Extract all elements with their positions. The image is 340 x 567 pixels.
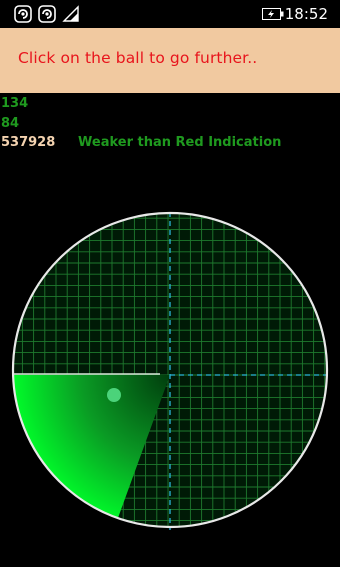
instruction-text: Click on the ball to go further.. bbox=[18, 49, 258, 67]
target-ball[interactable] bbox=[107, 388, 121, 402]
radar-display bbox=[11, 211, 330, 530]
reading-third: 537928 bbox=[1, 135, 56, 150]
signal-strength-label: Weaker than Red Indication bbox=[78, 135, 282, 150]
reading-second: 84 bbox=[1, 116, 20, 131]
status-bar: 18:52 bbox=[0, 0, 340, 28]
notification-swirl-icon bbox=[38, 5, 56, 23]
clock: 18:52 bbox=[284, 5, 328, 23]
wifi-icon bbox=[62, 5, 79, 22]
instruction-banner: Click on the ball to go further.. bbox=[0, 28, 340, 93]
reading-first: 134 bbox=[1, 96, 29, 111]
notification-swirl-icon bbox=[14, 5, 32, 23]
battery-charging-icon bbox=[262, 8, 284, 20]
